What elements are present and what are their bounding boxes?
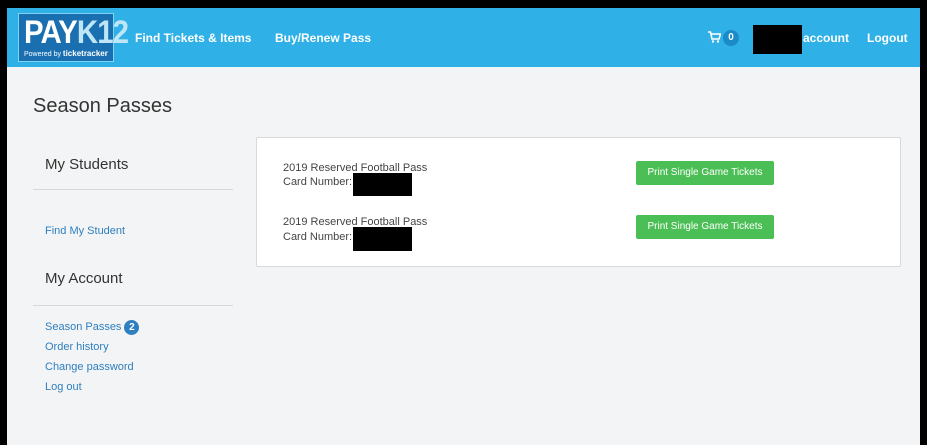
redacted-card-number: [353, 173, 412, 196]
cart-icon: [708, 31, 721, 43]
order-history-link[interactable]: Order history: [45, 340, 109, 354]
top-navbar: PAYK12 Powered by ticketracker Find Tick…: [7, 8, 920, 67]
print-single-game-tickets-button[interactable]: Print Single Game Tickets: [636, 161, 774, 185]
page-title: Season Passes: [33, 95, 172, 117]
cart-button[interactable]: 0: [708, 28, 748, 48]
redacted-username-block: [753, 25, 802, 54]
cart-count-badge: 0: [723, 30, 739, 46]
season-passes-count-badge: 2: [124, 320, 140, 335]
logo-tagline: Powered by ticketracker: [24, 49, 108, 58]
redacted-card-number: [353, 227, 412, 251]
logo-wordmark: PAYK12: [24, 14, 129, 50]
season-passes-label: Season Passes: [45, 321, 122, 333]
season-passes-link[interactable]: Season Passes 2: [45, 320, 140, 335]
payk12-logo[interactable]: PAYK12 Powered by ticketracker: [18, 13, 129, 62]
my-account-heading: My Account: [45, 270, 123, 287]
card-number-label: Card Number:: [283, 231, 353, 243]
nav-logout-link[interactable]: Logout: [867, 30, 908, 46]
find-my-student-link[interactable]: Find My Student: [45, 224, 125, 238]
print-single-game-tickets-button[interactable]: Print Single Game Tickets: [636, 215, 774, 239]
card-number-label: Card Number:: [283, 176, 353, 188]
nav-buy-renew-pass-link[interactable]: Buy/Renew Pass: [275, 30, 371, 46]
my-students-heading: My Students: [45, 156, 129, 173]
browser-viewport: PAYK12 Powered by ticketracker Find Tick…: [7, 8, 920, 445]
nav-find-tickets-link[interactable]: Find Tickets & Items: [135, 30, 251, 46]
change-password-link[interactable]: Change password: [45, 360, 134, 374]
log-out-link[interactable]: Log out: [45, 380, 82, 394]
nav-account-link[interactable]: account: [803, 30, 849, 46]
sidebar-divider: [33, 305, 233, 306]
sidebar-divider: [33, 189, 233, 190]
season-passes-panel: 2019 Reserved Football Pass Card Number:…: [256, 137, 901, 267]
